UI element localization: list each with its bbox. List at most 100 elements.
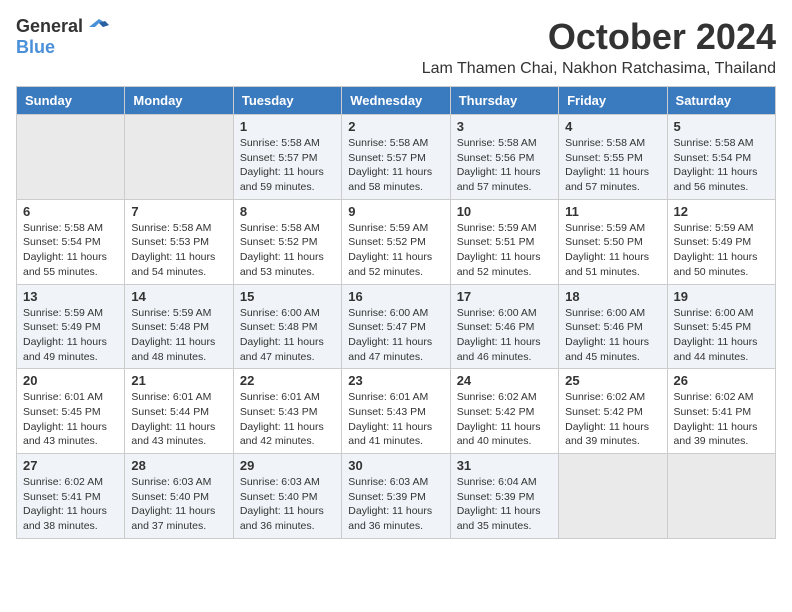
- calendar-week-row: 6Sunrise: 5:58 AM Sunset: 5:54 PM Daylig…: [17, 199, 776, 284]
- calendar-header-tuesday: Tuesday: [233, 87, 341, 115]
- day-info: Sunrise: 6:01 AM Sunset: 5:43 PM Dayligh…: [348, 390, 443, 449]
- calendar-header-row: SundayMondayTuesdayWednesdayThursdayFrid…: [17, 87, 776, 115]
- calendar-header-friday: Friday: [559, 87, 667, 115]
- day-info: Sunrise: 6:01 AM Sunset: 5:43 PM Dayligh…: [240, 390, 335, 449]
- day-info: Sunrise: 6:02 AM Sunset: 5:42 PM Dayligh…: [565, 390, 660, 449]
- day-number: 19: [674, 289, 769, 304]
- day-info: Sunrise: 6:02 AM Sunset: 5:41 PM Dayligh…: [23, 475, 118, 534]
- day-info: Sunrise: 5:59 AM Sunset: 5:50 PM Dayligh…: [565, 221, 660, 280]
- day-info: Sunrise: 5:59 AM Sunset: 5:49 PM Dayligh…: [674, 221, 769, 280]
- day-number: 13: [23, 289, 118, 304]
- day-number: 31: [457, 458, 552, 473]
- calendar-cell: 3 Sunrise: 5:58 AM Sunset: 5:56 PM Daylig…: [450, 115, 558, 200]
- day-info: Sunrise: 5:59 AM Sunset: 5:52 PM Dayligh…: [348, 221, 443, 280]
- calendar-week-row: 1 Sunrise: 5:58 AM Sunset: 5:57 PM Daylig…: [17, 115, 776, 200]
- calendar-cell: 26 Sunrise: 6:02 AM Sunset: 5:41 PM Dayli…: [667, 369, 775, 454]
- calendar-cell: 19Sunrise: 6:00 AM Sunset: 5:45 PM Dayli…: [667, 284, 775, 369]
- calendar-cell: [559, 454, 667, 539]
- calendar-cell: 12Sunrise: 5:59 AM Sunset: 5:49 PM Dayli…: [667, 199, 775, 284]
- day-number: 17: [457, 289, 552, 304]
- calendar-cell: 27 Sunrise: 6:02 AM Sunset: 5:41 PM Dayli…: [17, 454, 125, 539]
- calendar-cell: 8 Sunrise: 5:58 AM Sunset: 5:52 PM Daylig…: [233, 199, 341, 284]
- calendar-cell: [17, 115, 125, 200]
- day-number: 28: [131, 458, 226, 473]
- day-number: 24: [457, 373, 552, 388]
- day-info: Sunrise: 5:59 AM Sunset: 5:49 PM Dayligh…: [23, 306, 118, 365]
- day-info: Sunrise: 5:58 AM Sunset: 5:55 PM Dayligh…: [565, 136, 660, 195]
- calendar-header-wednesday: Wednesday: [342, 87, 450, 115]
- day-number: 2: [348, 119, 443, 134]
- day-info: Sunrise: 5:58 AM Sunset: 5:52 PM Dayligh…: [240, 221, 335, 280]
- day-number: 25: [565, 373, 660, 388]
- calendar-cell: 20Sunrise: 6:01 AM Sunset: 5:45 PM Dayli…: [17, 369, 125, 454]
- calendar-cell: 29Sunrise: 6:03 AM Sunset: 5:40 PM Dayli…: [233, 454, 341, 539]
- day-number: 3: [457, 119, 552, 134]
- day-number: 18: [565, 289, 660, 304]
- day-info: Sunrise: 6:00 AM Sunset: 5:48 PM Dayligh…: [240, 306, 335, 365]
- day-number: 26: [674, 373, 769, 388]
- calendar-cell: 21Sunrise: 6:01 AM Sunset: 5:44 PM Dayli…: [125, 369, 233, 454]
- calendar-cell: 1 Sunrise: 5:58 AM Sunset: 5:57 PM Daylig…: [233, 115, 341, 200]
- day-info: Sunrise: 6:04 AM Sunset: 5:39 PM Dayligh…: [457, 475, 552, 534]
- calendar-cell: 10 Sunrise: 5:59 AM Sunset: 5:51 PM Dayli…: [450, 199, 558, 284]
- calendar-cell: 6Sunrise: 5:58 AM Sunset: 5:54 PM Daylig…: [17, 199, 125, 284]
- calendar-week-row: 27 Sunrise: 6:02 AM Sunset: 5:41 PM Dayli…: [17, 454, 776, 539]
- day-info: Sunrise: 6:01 AM Sunset: 5:45 PM Dayligh…: [23, 390, 118, 449]
- calendar-cell: 28Sunrise: 6:03 AM Sunset: 5:40 PM Dayli…: [125, 454, 233, 539]
- day-info: Sunrise: 5:58 AM Sunset: 5:53 PM Dayligh…: [131, 221, 226, 280]
- day-info: Sunrise: 6:00 AM Sunset: 5:46 PM Dayligh…: [565, 306, 660, 365]
- day-number: 5: [674, 119, 769, 134]
- day-info: Sunrise: 5:59 AM Sunset: 5:51 PM Dayligh…: [457, 221, 552, 280]
- day-info: Sunrise: 5:58 AM Sunset: 5:54 PM Dayligh…: [674, 136, 769, 195]
- day-number: 9: [348, 204, 443, 219]
- day-info: Sunrise: 5:58 AM Sunset: 5:56 PM Dayligh…: [457, 136, 552, 195]
- calendar-cell: 31 Sunrise: 6:04 AM Sunset: 5:39 PM Dayli…: [450, 454, 558, 539]
- location-subtitle: Lam Thamen Chai, Nakhon Ratchasima, Thai…: [422, 60, 776, 78]
- calendar-cell: 22 Sunrise: 6:01 AM Sunset: 5:43 PM Dayli…: [233, 369, 341, 454]
- day-info: Sunrise: 5:58 AM Sunset: 5:57 PM Dayligh…: [240, 136, 335, 195]
- day-info: Sunrise: 6:02 AM Sunset: 5:41 PM Dayligh…: [674, 390, 769, 449]
- logo: General Blue: [16, 16, 113, 58]
- calendar-cell: 18 Sunrise: 6:00 AM Sunset: 5:46 PM Dayli…: [559, 284, 667, 369]
- day-number: 21: [131, 373, 226, 388]
- day-info: Sunrise: 6:02 AM Sunset: 5:42 PM Dayligh…: [457, 390, 552, 449]
- day-number: 29: [240, 458, 335, 473]
- day-number: 4: [565, 119, 660, 134]
- logo-bird-icon: [85, 17, 113, 37]
- calendar-header-sunday: Sunday: [17, 87, 125, 115]
- calendar-cell: [125, 115, 233, 200]
- day-info: Sunrise: 5:59 AM Sunset: 5:48 PM Dayligh…: [131, 306, 226, 365]
- day-number: 27: [23, 458, 118, 473]
- calendar-header-monday: Monday: [125, 87, 233, 115]
- calendar-cell: [667, 454, 775, 539]
- day-number: 23: [348, 373, 443, 388]
- day-number: 30: [348, 458, 443, 473]
- day-number: 11: [565, 204, 660, 219]
- logo-general-text: General: [16, 16, 83, 37]
- calendar-cell: 30 Sunrise: 6:03 AM Sunset: 5:39 PM Dayli…: [342, 454, 450, 539]
- calendar-cell: 7 Sunrise: 5:58 AM Sunset: 5:53 PM Daylig…: [125, 199, 233, 284]
- day-number: 1: [240, 119, 335, 134]
- month-title: October 2024: [422, 16, 776, 58]
- day-number: 6: [23, 204, 118, 219]
- day-info: Sunrise: 6:00 AM Sunset: 5:47 PM Dayligh…: [348, 306, 443, 365]
- calendar-header-saturday: Saturday: [667, 87, 775, 115]
- calendar-cell: 24 Sunrise: 6:02 AM Sunset: 5:42 PM Dayli…: [450, 369, 558, 454]
- calendar-cell: 4 Sunrise: 5:58 AM Sunset: 5:55 PM Daylig…: [559, 115, 667, 200]
- day-info: Sunrise: 6:00 AM Sunset: 5:46 PM Dayligh…: [457, 306, 552, 365]
- calendar-cell: 14Sunrise: 5:59 AM Sunset: 5:48 PM Dayli…: [125, 284, 233, 369]
- day-number: 7: [131, 204, 226, 219]
- day-number: 16: [348, 289, 443, 304]
- day-info: Sunrise: 6:03 AM Sunset: 5:39 PM Dayligh…: [348, 475, 443, 534]
- page-header: General Blue October 2024 Lam Thamen Cha…: [16, 16, 776, 78]
- day-number: 22: [240, 373, 335, 388]
- calendar-cell: 16 Sunrise: 6:00 AM Sunset: 5:47 PM Dayli…: [342, 284, 450, 369]
- calendar-cell: 2Sunrise: 5:58 AM Sunset: 5:57 PM Daylig…: [342, 115, 450, 200]
- day-number: 15: [240, 289, 335, 304]
- calendar-table: SundayMondayTuesdayWednesdayThursdayFrid…: [16, 86, 776, 539]
- day-number: 8: [240, 204, 335, 219]
- calendar-cell: 17 Sunrise: 6:00 AM Sunset: 5:46 PM Dayli…: [450, 284, 558, 369]
- day-number: 10: [457, 204, 552, 219]
- calendar-header-thursday: Thursday: [450, 87, 558, 115]
- calendar-cell: 15 Sunrise: 6:00 AM Sunset: 5:48 PM Dayli…: [233, 284, 341, 369]
